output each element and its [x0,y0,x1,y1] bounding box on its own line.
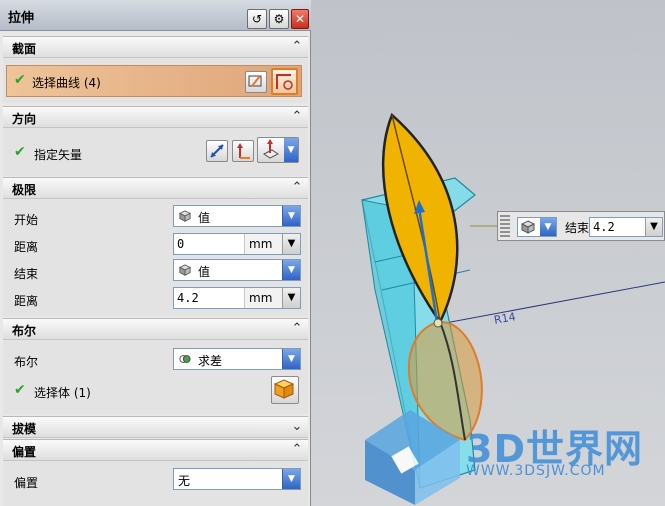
end-type-select[interactable]: 值 ▼ [173,259,301,281]
collapse-icon[interactable]: ⌃ [289,109,305,125]
axis-vector-icon [263,139,279,159]
gear-icon[interactable]: ⚙ [269,9,289,29]
section-title: 拔模 [12,422,37,436]
dialog-title: 拉伸 [8,11,35,26]
section-title: 截面 [12,42,37,56]
end-type-value: 值 [198,265,211,279]
offset-value: 无 [178,474,191,488]
origin-point [433,318,443,328]
section-header-section[interactable]: 截面 ⌃ [3,36,308,58]
watermark-url: WWW.3DSJW.COM [466,463,606,479]
chevron-down-icon[interactable]: ▼ [282,349,300,369]
section-header-draft[interactable]: 拔模 ⌄ [3,416,308,438]
vector-dialog-button[interactable] [232,140,254,162]
arrow-down-icon[interactable]: ▼ [282,234,300,254]
body-icon [273,379,295,399]
start-label: 开始 [14,213,39,227]
collapse-icon[interactable]: ⌃ [289,442,305,458]
floating-end-input[interactable]: ▼ 结束 4.2 ▼ [497,211,665,241]
dialog-titlebar[interactable]: 拉伸 ↺ ⚙ ✕ [0,0,311,31]
end-distance-value: 4.2 [177,291,199,305]
arrow-down-icon[interactable]: ▼ [282,288,300,308]
offset-select[interactable]: 无 ▼ [173,468,301,490]
chevron-down-icon[interactable]: ▼ [540,218,556,236]
drag-handle[interactable] [500,215,510,237]
section-title: 偏置 [12,445,37,459]
arrow-down-icon[interactable]: ▼ [645,218,662,236]
curve-select-button[interactable] [271,68,298,95]
start-type-select[interactable]: 值 ▼ [173,205,301,227]
sketch-icon [248,75,262,87]
reverse-icon [210,144,224,158]
start-distance-label: 距离 [14,240,39,254]
boolean-select[interactable]: 求差 ▼ [173,348,301,370]
check-icon: ✔ [14,144,26,160]
start-distance-input[interactable]: 0 mm ▼ [173,233,301,255]
sketch-section-button[interactable] [245,71,267,93]
curve-icon [276,74,293,90]
floating-end-value-text: 4.2 [593,220,615,234]
offset-label: 偏置 [14,476,39,490]
chevron-down-icon[interactable]: ▼ [282,469,300,489]
end-distance-input[interactable]: 4.2 mm ▼ [173,287,301,309]
reset-icon[interactable]: ↺ [247,9,267,29]
expand-icon[interactable]: ⌄ [289,419,305,435]
boolean-label: 布尔 [14,355,39,369]
floating-end-label: 结束 [565,221,590,235]
subtract-icon [179,355,191,363]
select-body-button[interactable] [271,376,299,404]
chevron-down-icon[interactable]: ▼ [284,138,298,162]
section-header-limits[interactable]: 极限 ⌃ [3,177,308,199]
reverse-direction-button[interactable] [206,140,228,162]
specify-vector-label: 指定矢量 [34,148,83,162]
section-header-offset[interactable]: 偏置 ⌃ [3,439,308,461]
end-distance-label: 距离 [14,294,39,308]
cube-value-icon [179,210,191,222]
select-body-label: 选择体 (1) [34,386,91,400]
section-header-boolean[interactable]: 布尔 ⌃ [3,318,308,340]
select-curve-label: 选择曲线 (4) [32,76,101,90]
vector-type-select[interactable]: ▼ [257,137,299,163]
cube-value-icon [179,264,191,276]
dimension-line [439,281,665,325]
floating-end-value[interactable]: 4.2 ▼ [589,217,663,237]
cube-value-icon [521,220,535,234]
close-icon[interactable]: ✕ [291,9,309,29]
end-label: 结束 [14,267,39,281]
collapse-icon[interactable]: ⌃ [289,39,305,55]
end-unit: mm [244,288,284,308]
start-type-value: 值 [198,211,211,225]
chevron-down-icon[interactable]: ▼ [282,206,300,226]
check-icon: ✔ [14,72,26,88]
vector-icon [237,143,250,159]
collapse-icon[interactable]: ⌃ [289,180,305,196]
boolean-value: 求差 [198,354,223,368]
collapse-icon[interactable]: ⌃ [289,321,305,337]
start-distance-value: 0 [177,237,185,251]
floating-value-type-select[interactable]: ▼ [517,217,557,237]
section-title: 布尔 [12,324,37,338]
section-title: 方向 [12,112,37,126]
section-header-direction[interactable]: 方向 ⌃ [3,106,308,128]
start-unit: mm [244,234,284,254]
chevron-down-icon[interactable]: ▼ [282,260,300,280]
extrude-dialog: 拉伸 ↺ ⚙ ✕ 截面 ⌃ ✔ 选择曲线 (4) 方向 ⌃ ✔ 指定矢量 ▼ 极… [0,0,311,506]
section-title: 极限 [12,183,37,197]
check-icon: ✔ [14,382,26,398]
